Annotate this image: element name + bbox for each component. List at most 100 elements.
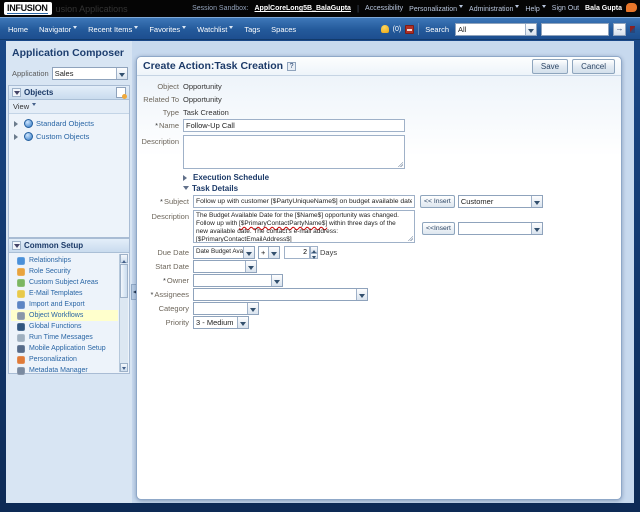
sidebar-item-metadata-manager[interactable]: Metadata Manager (11, 365, 118, 376)
nav-watchlist[interactable]: Watchlist (197, 25, 233, 34)
tree-item-custom-objects[interactable]: Custom Objects (11, 130, 127, 143)
due-operator-select[interactable]: + (258, 246, 280, 259)
scroll-up-icon[interactable] (120, 254, 128, 263)
administration-menu[interactable]: Administration (469, 5, 519, 13)
notifications-bell-icon[interactable] (381, 25, 389, 33)
tree-item-standard-objects[interactable]: Standard Objects (11, 117, 127, 130)
priority-value: 3 - Medium (194, 317, 237, 328)
scroll-down-icon[interactable] (120, 363, 128, 372)
collapse-objects-icon[interactable] (12, 88, 21, 97)
brand-logo-text: INFUSION (7, 3, 48, 14)
session-sandbox-link[interactable]: ApplCoreLong5B_BalaGupta (255, 5, 351, 12)
accessibility-link[interactable]: Accessibility (365, 5, 403, 12)
collapse-common-setup-icon[interactable] (12, 241, 21, 250)
description-textarea[interactable] (183, 135, 405, 169)
description-insert-button[interactable]: <<Insert (422, 222, 455, 235)
subject-input[interactable] (193, 195, 415, 208)
spin-down-icon[interactable] (310, 253, 318, 260)
due-unit-label: Days (320, 246, 337, 257)
chevron-down-icon[interactable] (531, 223, 542, 234)
nav-recent-items[interactable]: Recent Items (88, 25, 138, 34)
expand-arrow-icon[interactable] (14, 134, 21, 140)
required-marker: * (150, 290, 153, 299)
task-description-row: Description The Budget Available Date fo… (137, 210, 621, 243)
sidebar-item-global-functions[interactable]: Global Functions (11, 321, 118, 332)
application-select[interactable]: Sales (52, 67, 128, 80)
view-menu-button[interactable]: View (13, 102, 36, 111)
sidebar-item-email-templates[interactable]: E-Mail Templates (11, 288, 118, 299)
sidebar-item-object-workflows[interactable]: Object Workflows (11, 310, 118, 321)
expand-down-icon[interactable] (183, 186, 189, 193)
sidebar-item-import-export[interactable]: Import and Export (11, 299, 118, 310)
subject-insert-button[interactable]: << Insert (420, 195, 455, 208)
due-date-select[interactable]: Date Budget Available (193, 246, 255, 259)
assignees-select[interactable] (193, 288, 368, 301)
sidebar: Application Composer Application Sales O… (6, 41, 132, 503)
sidebar-item-custom-subject-areas[interactable]: Custom Subject Areas (11, 277, 118, 288)
expand-right-icon[interactable] (183, 175, 190, 181)
create-object-icon[interactable] (116, 87, 126, 98)
nav-home[interactable]: Home (8, 25, 28, 34)
chevron-down-icon[interactable] (356, 289, 367, 300)
object-field-row: Object Opportunity (137, 80, 621, 91)
subject-areas-icon (17, 279, 25, 287)
calendar-icon[interactable] (405, 25, 414, 34)
expand-arrow-icon[interactable] (14, 121, 21, 127)
chevron-down-icon[interactable] (245, 261, 256, 272)
subject-field-select[interactable]: Customer (458, 195, 543, 208)
chevron-down-icon[interactable] (237, 317, 248, 328)
sidebar-item-mobile-application-setup[interactable]: Mobile Application Setup (11, 343, 118, 354)
sidebar-item-run-time-messages[interactable]: Run Time Messages (11, 332, 118, 343)
task-description-textarea[interactable]: The Budget Available Date for the [$Name… (193, 210, 415, 243)
description-field-select[interactable] (458, 222, 543, 235)
notification-count: (0) (393, 26, 402, 33)
search-go-button[interactable]: → (613, 23, 626, 36)
objects-panel-title: Objects (24, 88, 113, 97)
sidebar-item-role-security[interactable]: Role Security (11, 266, 118, 277)
resize-grip-icon[interactable] (407, 235, 413, 241)
search-input[interactable] (541, 23, 609, 36)
start-date-select[interactable] (193, 260, 257, 273)
personalization-menu[interactable]: Personalization (409, 5, 463, 13)
sidebar-item-relationships[interactable]: Relationships (11, 255, 118, 266)
nav-spaces[interactable]: Spaces (271, 25, 296, 34)
related-to-field-row: Related To Opportunity (137, 93, 621, 104)
execution-schedule-toggle[interactable]: Execution Schedule (183, 173, 621, 182)
chevron-down-icon[interactable] (531, 196, 542, 207)
chevron-down-icon[interactable] (247, 303, 258, 314)
sidebar-item-personalization[interactable]: Personalization (11, 354, 118, 365)
save-button[interactable]: Save (532, 59, 568, 74)
chat-icon[interactable] (626, 3, 637, 12)
due-days-input[interactable] (284, 246, 310, 259)
chevron-down-icon[interactable] (268, 247, 279, 258)
chevron-down-icon[interactable] (525, 24, 536, 35)
chevron-down-icon[interactable] (271, 275, 282, 286)
sign-out-link[interactable]: Sign Out (552, 5, 579, 12)
nav-favorites[interactable]: Favorites (149, 25, 186, 34)
search-scope-select[interactable]: All (455, 23, 537, 36)
nav-navigator[interactable]: Navigator (39, 25, 77, 34)
priority-select[interactable]: 3 - Medium (193, 316, 249, 329)
sidebar-scrollbar[interactable] (119, 254, 128, 372)
owner-select[interactable] (193, 274, 283, 287)
priority-row: Priority 3 - Medium (137, 316, 621, 329)
chevron-down-icon[interactable] (116, 68, 127, 79)
chevron-down-icon[interactable] (243, 247, 254, 258)
advanced-search-icon[interactable] (630, 26, 635, 33)
scrollbar-thumb[interactable] (120, 264, 128, 298)
subject-field-row: *Subject << Insert Customer (137, 195, 621, 208)
task-details-toggle[interactable]: Task Details (183, 184, 621, 193)
globe-icon (24, 132, 33, 141)
help-icon[interactable]: ? (287, 62, 296, 71)
import-export-icon (17, 301, 25, 309)
due-days-spinner[interactable] (284, 246, 318, 259)
cancel-button[interactable]: Cancel (572, 59, 615, 74)
help-menu[interactable]: Help (525, 5, 545, 13)
nav-tags[interactable]: Tags (244, 25, 260, 34)
subject-field-value: Customer (459, 196, 531, 207)
field-token: [$PrimaryContactPartyName$] (239, 220, 327, 227)
relationships-icon (17, 257, 25, 265)
category-select[interactable] (193, 302, 259, 315)
name-input[interactable] (183, 119, 405, 132)
resize-grip-icon[interactable] (397, 161, 403, 167)
